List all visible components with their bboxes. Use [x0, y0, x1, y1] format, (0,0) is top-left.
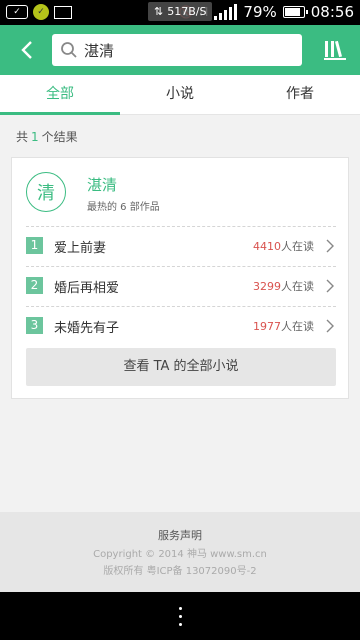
network-speed-badge: ⇅ 517B/S	[148, 2, 213, 21]
reader-count-suffix: 人在读	[281, 240, 314, 253]
search-input[interactable]	[84, 40, 294, 60]
tab-all[interactable]: 全部	[0, 75, 120, 115]
result-count-prefix: 共	[16, 130, 29, 144]
author-subtitle: 最热的 6 部作品	[87, 202, 160, 213]
book-rank: 3	[26, 317, 43, 334]
reader-count-number: 4410	[253, 240, 281, 253]
reader-count-suffix: 人在读	[281, 280, 314, 293]
battery-percent: 79%	[243, 3, 277, 21]
battery-icon	[282, 6, 308, 18]
chevron-right-icon	[326, 279, 334, 293]
book-rank: 2	[26, 277, 43, 294]
book-reader-count: 3299人在读	[253, 278, 314, 294]
search-icon	[61, 42, 77, 58]
result-count-suffix: 个结果	[41, 130, 78, 144]
back-button[interactable]	[12, 35, 42, 65]
book-title: 婚后再相爱	[54, 281, 120, 296]
reader-count-number: 1977	[253, 320, 281, 333]
transfer-icon: ⇅	[154, 5, 164, 18]
bookshelf-icon	[324, 40, 346, 60]
sim-card-icon: ✓	[6, 5, 28, 19]
author-result-card: 清 湛清 最热的 6 部作品 1 爱上前妻 4410人在读 2 婚后再相爱 32…	[11, 157, 349, 399]
footer: 服务声明 Copyright © 2014 神马 www.sm.cn 版权所有 …	[0, 512, 360, 592]
network-speed-text: 517B/S	[167, 5, 207, 18]
author-avatar[interactable]: 清	[26, 172, 66, 212]
reader-count-suffix: 人在读	[281, 320, 314, 333]
tab-authors[interactable]: 作者	[240, 75, 360, 114]
chevron-right-icon	[326, 239, 334, 253]
clock: 08:56	[310, 3, 354, 21]
book-title: 爱上前妻	[54, 241, 107, 256]
search-box[interactable]	[52, 34, 302, 66]
book-reader-count: 4410人在读	[253, 238, 314, 254]
image-notification-icon	[54, 5, 72, 19]
book-row[interactable]: 3 未婚先有子 1977人在读	[26, 306, 336, 344]
chevron-right-icon	[326, 319, 334, 333]
service-statement-link[interactable]: 服务声明	[0, 527, 360, 543]
bookshelf-button[interactable]	[322, 37, 348, 63]
view-all-novels-button[interactable]: 查看 TA 的全部小说	[26, 348, 336, 386]
overflow-menu-icon[interactable]	[176, 604, 184, 628]
search-header	[0, 25, 360, 75]
signal-strength-icon	[214, 4, 238, 20]
notification-icons: ✓ ✓	[6, 4, 72, 20]
book-row[interactable]: 1 爱上前妻 4410人在读	[26, 226, 336, 264]
book-rank: 1	[26, 237, 43, 254]
tab-bar: 全部 小说 作者	[0, 75, 360, 115]
reader-count-number: 3299	[253, 280, 281, 293]
result-count-number: 1	[31, 130, 39, 144]
book-reader-count: 1977人在读	[253, 318, 314, 334]
result-count: 共 1 个结果	[16, 128, 78, 145]
license-text: 版权所有 粤ICP备 13072090号-2	[103, 566, 257, 577]
book-title: 未婚先有子	[54, 321, 120, 336]
book-row[interactable]: 2 婚后再相爱 3299人在读	[26, 266, 336, 304]
back-arrow-icon	[21, 41, 32, 59]
app-notification-icon: ✓	[33, 4, 49, 20]
navigation-bar	[0, 592, 360, 640]
copyright-text: Copyright © 2014 神马 www.sm.cn	[93, 549, 267, 560]
author-name[interactable]: 湛清	[87, 174, 117, 195]
tab-novels[interactable]: 小说	[120, 75, 240, 114]
